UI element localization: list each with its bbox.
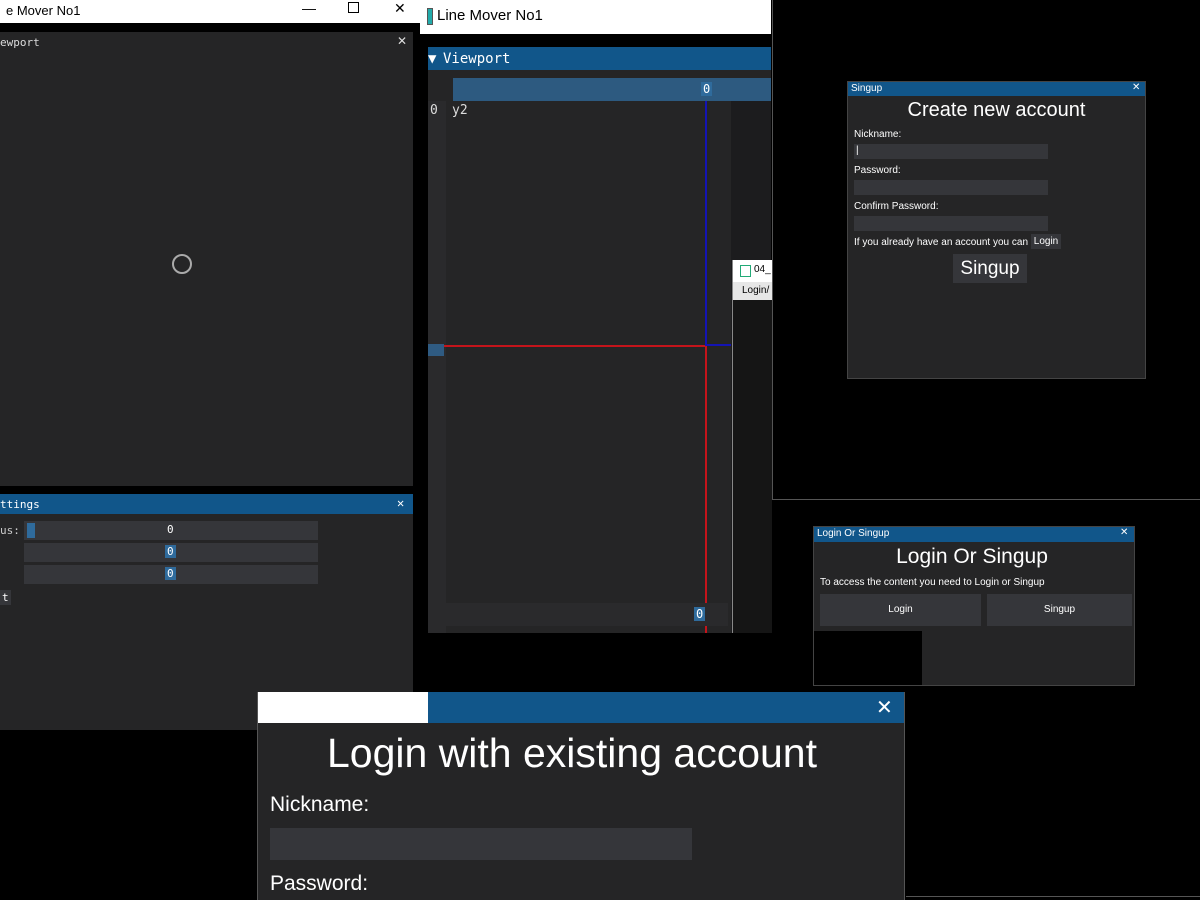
vertical-red-line[interactable] (705, 345, 707, 633)
bottom-ruler-value: 0 (694, 607, 706, 621)
close-icon[interactable]: ✕ (876, 695, 893, 720)
login-titlebar: ✕ (428, 692, 904, 723)
horizontal-red-line[interactable] (444, 345, 707, 347)
left-ruler[interactable] (428, 101, 446, 633)
nickname-input[interactable] (270, 828, 692, 860)
viewport-panel-1: ewport ✕ (0, 32, 413, 486)
choice-lower-area (814, 631, 922, 685)
field-value: 0 (165, 545, 176, 558)
signup-heading: Create new account (907, 99, 1086, 121)
login-heading: Login with existing account (326, 730, 818, 776)
top-ruler[interactable]: 0 (453, 78, 771, 101)
line-mover-window-1-titlebar: e Mover No1 — ✕ (0, 0, 420, 23)
signup-titlebar: Singup ✕ (848, 82, 1145, 96)
blue-line-end (705, 344, 731, 346)
close-icon[interactable]: ✕ (394, 0, 406, 17)
popup-tab[interactable]: Login/ (733, 282, 772, 300)
nickname-label: Nickname: (270, 793, 370, 816)
already-account-text: If you already have an account you can (854, 237, 1029, 248)
close-icon[interactable]: ✕ (1132, 82, 1140, 93)
choice-heading: Login Or Singup (896, 545, 1048, 568)
login-or-signup-window: Login Or Singup ✕ Login Or Singup To acc… (813, 526, 1135, 686)
login-link-button[interactable]: Login (1031, 234, 1061, 249)
confirm-password-label: Confirm Password: (854, 201, 939, 212)
reset-button[interactable]: t (0, 590, 11, 605)
y2-label: y2 (452, 103, 468, 118)
popup-window-body: Login/ (732, 282, 772, 633)
signup-button[interactable]: Singup (987, 594, 1132, 626)
window-title: Login Or Singup (817, 528, 890, 539)
left-ruler-value: 0 (430, 103, 438, 118)
left-ruler-marker[interactable] (428, 344, 444, 356)
popup-tab-label: Login/ (742, 285, 770, 296)
slider-grab[interactable] (27, 523, 35, 538)
viewport-titlebar[interactable]: ▼ Viewport (428, 47, 771, 70)
vertical-blue-line[interactable] (705, 101, 707, 345)
radius-slider[interactable]: 0 (24, 521, 318, 540)
field-value: 0 (165, 567, 176, 580)
y-drag-field[interactable]: 0 (24, 565, 318, 584)
password-label: Password: (270, 872, 369, 895)
x-drag-field[interactable]: 0 (24, 543, 318, 562)
window-title: Singup (851, 83, 883, 94)
confirm-password-input[interactable] (854, 216, 1048, 231)
nickname-cursor: | (856, 145, 859, 156)
close-icon[interactable]: ✕ (397, 496, 404, 510)
password-label: Password: (854, 165, 901, 176)
panel-title: Viewport (443, 51, 511, 67)
signup-button[interactable]: Singup (953, 254, 1027, 283)
app-icon (427, 8, 433, 25)
popup-title: 04_ (754, 264, 771, 275)
login-window: ✕ Login with existing account Nickname: … (257, 692, 905, 900)
radius-label: us: (0, 524, 20, 537)
app-icon (740, 265, 751, 277)
login-titlebar-gap (258, 692, 428, 723)
slider-value: 0 (167, 523, 174, 536)
choice-titlebar: Login Or Singup ✕ (814, 527, 1134, 542)
signup-window: Singup ✕ Create new account Nickname: | … (847, 81, 1146, 379)
panel-title: ewport (0, 36, 40, 49)
top-ruler-value: 0 (701, 82, 713, 96)
nickname-label: Nickname: (854, 129, 902, 140)
password-input[interactable] (854, 180, 1048, 195)
window-title: Line Mover No1 (437, 7, 543, 24)
settings-titlebar: ttings ✕ (0, 494, 413, 514)
close-icon[interactable]: ✕ (1120, 527, 1128, 538)
maximize-icon[interactable] (348, 2, 359, 13)
collapse-arrow-icon[interactable]: ▼ (428, 51, 436, 67)
right-window-edge (906, 896, 1200, 897)
nickname-input[interactable]: | (854, 144, 1048, 159)
panel-title: ttings (0, 498, 40, 511)
login-button[interactable]: Login (820, 594, 981, 626)
window-title: e Mover No1 (6, 3, 81, 18)
close-icon[interactable]: ✕ (397, 34, 407, 48)
bottom-ruler[interactable]: 0 (446, 603, 728, 626)
choice-text: To access the content you need to Login … (820, 577, 1045, 588)
minimize-icon[interactable]: — (302, 0, 316, 16)
line-mover-window-2-titlebar: Line Mover No1 (420, 0, 771, 34)
circle-marker[interactable] (172, 254, 192, 274)
popup-window-titlebar: 04_ (732, 260, 772, 282)
viewport-panel-2: ▼ Viewport 0 0 y2 0 (428, 47, 771, 633)
